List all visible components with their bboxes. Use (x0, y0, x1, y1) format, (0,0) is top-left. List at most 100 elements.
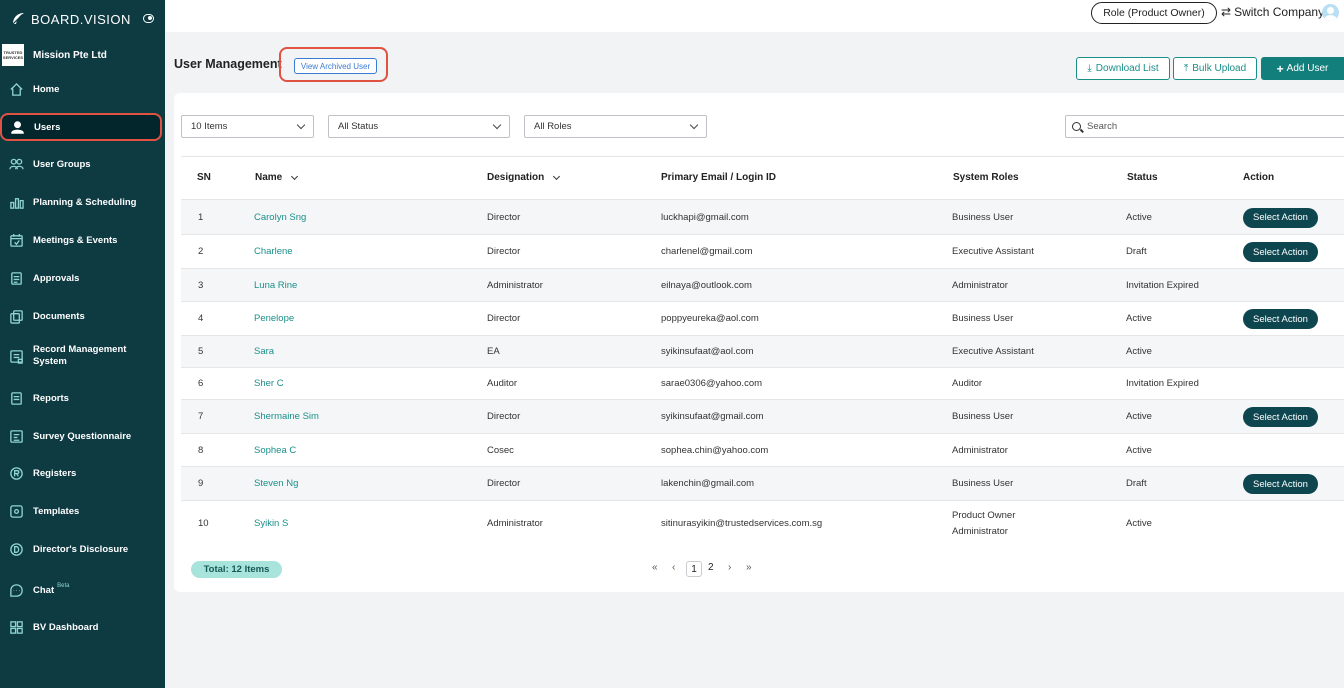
sidebar-item-bv-dashboard[interactable]: BV Dashboard (0, 619, 165, 635)
roles-filter-select[interactable]: All Roles (524, 115, 707, 138)
view-archived-user-button[interactable]: View Archived User (294, 58, 377, 74)
download-list-label: Download List (1095, 63, 1159, 74)
cell-system-roles: Business User (952, 409, 1013, 425)
column-header-name[interactable]: Name (255, 172, 299, 183)
column-header-label: Primary Email / Login ID (661, 172, 777, 183)
status-filter-select[interactable]: All Status (328, 115, 510, 138)
calendar-icon (10, 233, 23, 247)
total-items-badge: Total: 12 Items (191, 561, 282, 578)
last-page-icon[interactable]: » (746, 562, 752, 573)
cell-sn: 3 (198, 279, 204, 291)
items-per-page-select[interactable]: 10 Items (181, 115, 314, 138)
system-role: Business User (952, 313, 1014, 324)
sidebar-item-survey-questionnaire[interactable]: Survey Questionnaire (0, 428, 165, 444)
avatar[interactable] (1322, 4, 1339, 21)
select-action-button[interactable]: Select Action (1243, 474, 1318, 494)
cell-name[interactable]: Carolyn Sng (254, 212, 306, 223)
cell-status: Active (1126, 517, 1152, 529)
cell-name[interactable]: Sher C (254, 378, 284, 389)
cell-email: sophea.chin@yahoo.com (661, 444, 769, 456)
sidebar-item-record-management-system[interactable]: Record Management System (0, 344, 165, 368)
sidebar-item-label: Record Management System (33, 344, 127, 367)
dashboard-icon (10, 620, 23, 634)
cell-sn: 2 (198, 246, 204, 257)
next-page-icon[interactable]: › (728, 562, 731, 573)
column-header-label: SN (197, 172, 211, 183)
sidebar-item-user-groups[interactable]: User Groups (0, 156, 165, 172)
search-input[interactable]: Search (1065, 115, 1344, 138)
role-button[interactable]: Role (Product Owner) (1091, 2, 1217, 24)
sidebar-item-meetings-events[interactable]: Meetings & Events (0, 232, 165, 248)
cell-email: eilnaya@outlook.com (661, 279, 752, 291)
cell-name[interactable]: Syikin S (254, 518, 288, 529)
cell-designation: Administrator (487, 279, 543, 291)
sidebar-item-label: Documents (33, 310, 85, 322)
cell-system-roles: Product Owner Administrator (952, 508, 1015, 540)
sidebar-item-label: Survey Questionnaire (33, 430, 132, 442)
cell-email: poppyeureka@aol.com (661, 313, 759, 324)
cell-name[interactable]: Sara (254, 346, 274, 357)
cell-sn: 6 (198, 378, 204, 389)
chevron-down-icon (291, 172, 299, 180)
cell-status: Active (1126, 346, 1152, 357)
cell-name[interactable]: Shermaine Sim (254, 411, 319, 422)
user-icon (11, 120, 24, 134)
cell-system-roles: Executive Assistant (952, 344, 1034, 360)
cell-name[interactable]: Steven Ng (254, 478, 298, 489)
column-header-label: Status (1127, 172, 1158, 183)
select-action-button[interactable]: Select Action (1243, 242, 1318, 262)
sidebar-item-approvals[interactable]: Approvals (0, 270, 165, 286)
sidebar-item-planning-scheduling[interactable]: Planning & Scheduling (0, 194, 165, 210)
users-icon (9, 158, 24, 169)
table-row: 4 Penelope Director poppyeureka@aol.com Acti… (181, 301, 1344, 335)
org-switcher[interactable]: TRUSTED SERVICES Mission Pte Ltd (2, 44, 107, 66)
system-role: Auditor (952, 378, 983, 389)
sidebar-item-registers[interactable]: Registers (0, 465, 165, 481)
page-button-current[interactable]: 1 (686, 561, 702, 577)
toggle-icon[interactable] (143, 14, 154, 23)
cell-name[interactable]: Luna Rine (254, 280, 297, 291)
cell-status: Draft (1126, 478, 1147, 489)
brand-name: BOARD.VISION (31, 11, 131, 27)
cell-status: Active (1126, 411, 1152, 422)
bulk-upload-button[interactable]: ⤒ Bulk Upload (1173, 57, 1257, 80)
templates-icon (10, 504, 23, 518)
first-page-icon[interactable]: « (652, 562, 658, 573)
sidebar-item-chat[interactable]: Chat Beta (0, 582, 165, 598)
cell-status: Active (1126, 313, 1152, 324)
prev-page-icon[interactable]: ‹ (672, 562, 675, 573)
org-logo: TRUSTED SERVICES (2, 44, 24, 66)
sidebar-item-director-s-disclosure[interactable]: Director's Disclosure (0, 541, 165, 557)
switch-company-button[interactable]: ⇄ Switch Company (1221, 5, 1324, 19)
sidebar-item-templates[interactable]: Templates (0, 503, 165, 519)
download-list-button[interactable]: ⤓ Download List (1076, 57, 1170, 80)
page-button-2[interactable]: 2 (708, 562, 714, 573)
select-action-button[interactable]: Select Action (1243, 309, 1318, 329)
sidebar-item-users[interactable]: Users (0, 113, 162, 141)
chevron-down-icon (492, 120, 502, 130)
sidebar-item-label: Users (34, 121, 61, 133)
cell-sn: 9 (198, 478, 204, 489)
cell-system-roles: Business User (952, 311, 1013, 327)
brand-logo[interactable]: BOARD.VISION (10, 11, 131, 27)
select-action-button[interactable]: Select Action (1243, 207, 1318, 228)
column-header-designation[interactable]: Designation (487, 172, 561, 183)
cell-email: charlenel@gmail.com (661, 246, 753, 257)
upload-icon: ⤒ (1183, 63, 1189, 74)
cell-sn: 10 (198, 517, 209, 529)
select-action-button[interactable]: Select Action (1243, 407, 1318, 427)
table-row: 9 Steven Ng Director lakenchin@gmail.com Dra… (181, 466, 1344, 500)
cell-name[interactable]: Charlene (254, 246, 293, 257)
cell-name[interactable]: Penelope (254, 313, 294, 324)
cell-name[interactable]: Sophea C (254, 445, 296, 456)
sidebar-item-home[interactable]: Home (0, 81, 165, 97)
system-role: Administrator (952, 525, 1008, 537)
add-user-button[interactable]: + Add User (1261, 57, 1344, 80)
sidebar-item-reports[interactable]: Reports (0, 390, 165, 406)
cell-designation: Administrator (487, 517, 543, 529)
sidebar-item-documents[interactable]: Documents (0, 308, 165, 324)
system-role: Administrator (952, 279, 1008, 291)
chevron-down-icon (553, 172, 561, 180)
table-row: 6 Sher C Auditor sarae0306@yahoo.com Invitat… (181, 367, 1344, 399)
sidebar-item-label: Home (33, 83, 60, 95)
